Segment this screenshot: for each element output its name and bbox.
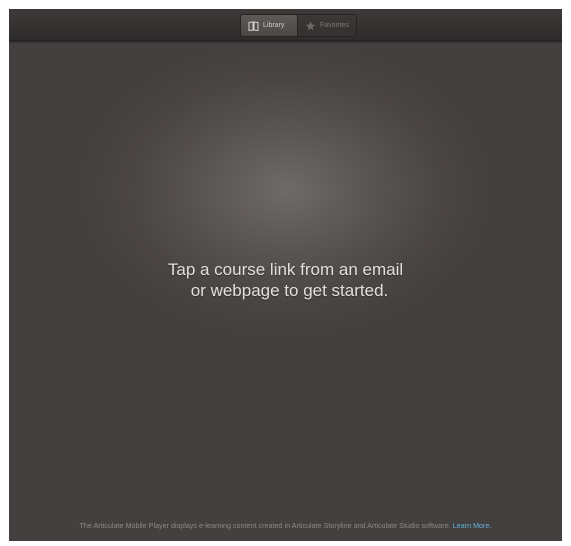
message-line-2: or webpage to get started. <box>190 281 389 300</box>
message-line-1: Tap a course link from an email <box>167 260 404 279</box>
library-favorites-segmented-control: Library Favorites <box>240 14 357 37</box>
footer-note: The Articulate Mobile Player displays e-… <box>9 521 562 530</box>
tab-library-label: Library <box>263 22 285 29</box>
tab-favorites-label: Favorites <box>320 22 349 29</box>
tab-library[interactable]: Library <box>241 15 297 36</box>
empty-state-message: Tap a course link from an email or webpa… <box>9 259 562 301</box>
book-icon <box>248 20 259 31</box>
footer-text: The Articulate Mobile Player displays e-… <box>79 521 451 530</box>
app-window: Library Favorites Tap a course link from… <box>9 9 562 541</box>
tab-favorites[interactable]: Favorites <box>297 15 356 36</box>
learn-more-link[interactable]: Learn More. <box>453 521 492 530</box>
top-toolbar: Library Favorites <box>9 9 562 41</box>
star-icon <box>305 20 316 31</box>
